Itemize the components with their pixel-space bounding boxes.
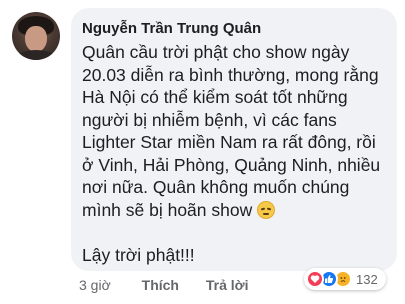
comment-line: Lighter Star miền Nam ra rất đông, rồi [82, 132, 376, 152]
avatar[interactable] [12, 12, 60, 60]
avatar-shoulders [14, 50, 58, 60]
reaction-count: 132 [356, 271, 378, 287]
love-reaction-icon [306, 270, 324, 288]
comment-body: Quân cầu trời phật cho show ngày 20.03 d… [82, 41, 385, 266]
comment-closing: Lậy trời phật!!! [82, 244, 195, 265]
comment-line: Hà Nội có thể kiểm soát tốt những [82, 87, 348, 107]
comment-line: 20.03 diễn ra bình thường, mong rằng [82, 64, 379, 85]
comment-line: nơi nữa. Quân không muốn chúng [82, 177, 350, 197]
comment-line: người bị nhiễm bệnh, vì các fans [82, 109, 337, 130]
disappointed-face-icon [257, 200, 276, 219]
comment-bubble: Nguyễn Trần Trung Quân Quân cầu trời phậ… [71, 8, 397, 271]
like-button[interactable]: Thích [142, 276, 179, 294]
comment-timestamp[interactable]: 3 giờ [79, 276, 111, 294]
avatar-face [25, 26, 47, 52]
comment-line: ở Vinh, Hải Phòng, Quảng Ninh, nhiều [82, 154, 381, 175]
comment-actions: 3 giờ Thích Trả lời [79, 276, 249, 294]
reactions-summary[interactable]: 132 [304, 268, 386, 290]
reply-button[interactable]: Trả lời [206, 276, 249, 294]
comment-author[interactable]: Nguyễn Trần Trung Quân [82, 20, 385, 38]
comment-line: Quân cầu trời phật cho show ngày [82, 42, 350, 62]
comment-line: mình sẽ bị hoãn show [82, 199, 253, 220]
